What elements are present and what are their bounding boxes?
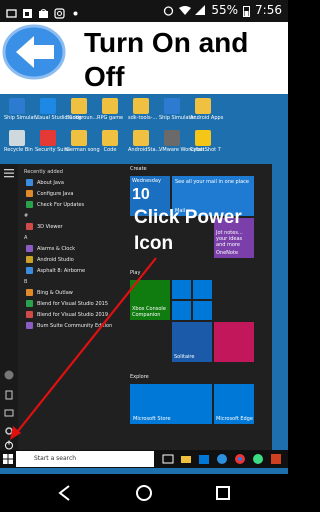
status-bar: 55% 7:56	[0, 0, 288, 22]
instruction-line-1: Click Power	[134, 207, 242, 228]
signal-icon	[195, 4, 206, 16]
pointer-arrow	[10, 257, 157, 440]
instruction-overlay: Click Power Icon	[134, 205, 284, 257]
shopping-bag-icon	[38, 4, 49, 18]
recents-nav-icon[interactable]	[214, 484, 232, 502]
windows-screenshot: Ship Simulat... Visual Studio Code Backgro…	[0, 94, 288, 474]
instruction-line-2: Icon	[134, 233, 174, 254]
back-arrow-icon	[2, 24, 66, 80]
title-line-2: Off	[84, 61, 125, 92]
title-line-1: Turn On and	[84, 27, 249, 58]
messages-icon	[6, 4, 17, 18]
back-nav-icon[interactable]	[56, 484, 74, 502]
wifi-icon	[179, 5, 192, 16]
battery-level: 55%	[211, 3, 239, 17]
notification-dot-icon	[70, 4, 81, 16]
navigation-bar	[0, 474, 288, 512]
page-title: Turn On and Off	[84, 26, 248, 94]
instagram-icon	[54, 4, 65, 19]
gallery-icon	[22, 4, 33, 18]
back-button[interactable]	[2, 24, 76, 80]
header: Turn On and Off	[0, 22, 288, 100]
battery-icon	[243, 5, 251, 17]
clock-time: 7:56	[255, 3, 282, 17]
home-nav-icon[interactable]	[135, 484, 153, 502]
alarm-icon	[163, 5, 174, 16]
